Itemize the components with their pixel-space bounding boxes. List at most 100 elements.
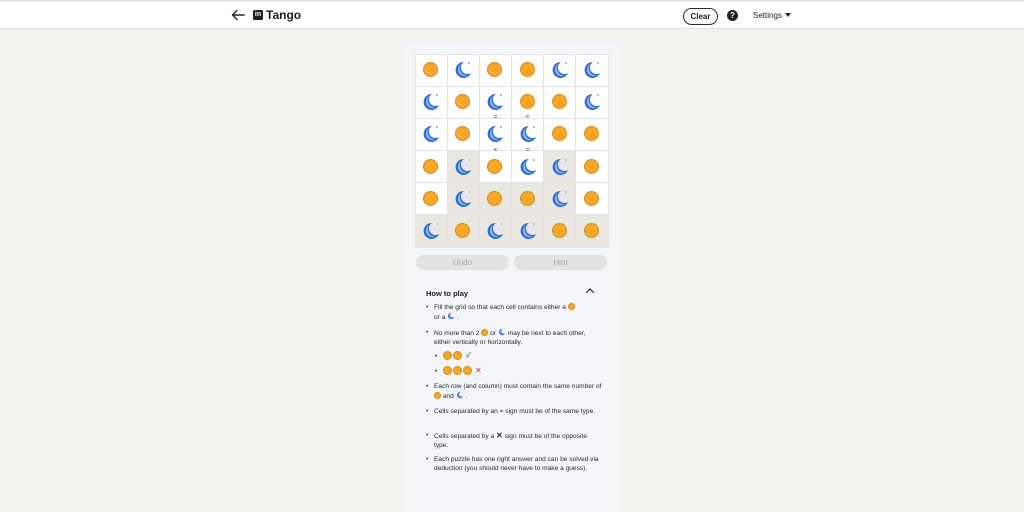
grid-line	[575, 54, 577, 247]
bullet: •	[426, 456, 429, 463]
moon-icon	[423, 222, 439, 239]
sun-icon	[443, 351, 453, 360]
rule-text: Fill the grid so that each cell contains…	[434, 304, 566, 311]
help-icon[interactable]: ?	[727, 10, 738, 21]
sun-icon	[583, 158, 599, 174]
board-cell[interactable]	[415, 150, 448, 183]
settings-dropdown[interactable]: Settings	[753, 11, 791, 20]
board-cell[interactable]	[575, 118, 608, 151]
bullet: •	[426, 383, 429, 390]
top-bar: in Tango Clear ? Settings	[0, 0, 1024, 29]
rule-text: .	[465, 393, 468, 401]
moon-icon	[487, 126, 504, 143]
how-to-play-section: How to play • Fill the grid so that each…	[416, 283, 608, 493]
board-cell[interactable]	[543, 214, 576, 247]
undo-button[interactable]: Undo	[416, 255, 509, 270]
rule-text: or	[490, 330, 497, 337]
sun-icon	[519, 94, 535, 110]
sun-icon	[567, 303, 575, 310]
moon-icon	[423, 94, 439, 111]
moon-icon	[456, 391, 463, 399]
board-cell[interactable]	[447, 54, 480, 87]
rule-text: or a	[434, 314, 446, 322]
sun-icon	[583, 190, 599, 206]
cross-icon: ✕	[495, 431, 503, 440]
rule-text: and	[442, 393, 454, 401]
sun-icon	[551, 222, 567, 238]
moon-icon	[487, 94, 504, 111]
board-cell[interactable]	[543, 182, 576, 215]
rule-text: Cells separated by a	[434, 433, 495, 440]
rule-text: No more than 2	[434, 330, 480, 337]
settings-label: Settings	[753, 11, 782, 20]
board-cell[interactable]	[479, 214, 512, 247]
board-cell[interactable]	[575, 54, 608, 87]
moon-icon	[552, 158, 568, 175]
rule-text: .	[457, 314, 459, 322]
sun-icon	[583, 222, 599, 238]
board-cell[interactable]	[415, 214, 448, 247]
moon-icon	[584, 94, 600, 111]
sun-icon	[453, 351, 463, 360]
moon-icon	[520, 126, 536, 143]
sun-icon	[455, 222, 471, 238]
grid-line	[543, 54, 545, 247]
moon-icon	[455, 190, 472, 207]
cross-icon: ✕	[475, 366, 482, 375]
back-arrow-icon[interactable]	[230, 7, 246, 23]
sun-icon	[423, 190, 438, 206]
grid-line	[415, 214, 608, 216]
board-cell[interactable]	[511, 182, 544, 215]
board-cell[interactable]	[447, 214, 480, 247]
sun-icon	[455, 94, 471, 110]
sun-icon	[463, 366, 473, 375]
board-cell[interactable]	[543, 86, 576, 119]
sun-icon	[423, 62, 438, 77]
board-cell[interactable]	[447, 182, 480, 215]
sun-icon	[487, 190, 503, 206]
board-cell[interactable]	[575, 150, 608, 183]
board-cell[interactable]	[447, 150, 480, 183]
how-to-play-title: How to play	[426, 289, 469, 298]
moon-icon	[552, 61, 568, 78]
sun-icon	[519, 62, 535, 77]
sun-icon	[423, 158, 438, 174]
board-cell[interactable]	[511, 214, 544, 247]
check-icon: ✓	[465, 350, 473, 360]
board-cell[interactable]	[543, 54, 576, 87]
board-cell[interactable]	[415, 54, 448, 87]
board-cell[interactable]	[511, 150, 544, 183]
board-cell[interactable]	[415, 182, 448, 215]
grid-line	[607, 54, 609, 247]
board-cell[interactable]	[575, 214, 608, 247]
sun-icon	[434, 392, 441, 400]
board-cell[interactable]	[415, 118, 448, 151]
board-cell[interactable]	[479, 182, 512, 215]
moon-icon	[552, 190, 568, 207]
board-cell[interactable]	[479, 150, 512, 183]
clear-button[interactable]: Clear	[683, 8, 718, 25]
board-cell[interactable]	[447, 86, 480, 119]
grid-line	[415, 182, 608, 184]
board-cell[interactable]	[575, 86, 608, 119]
board-cell[interactable]	[511, 54, 544, 87]
board-cell[interactable]	[447, 118, 480, 151]
rule-text: Each puzzle has one right answer and can…	[434, 456, 599, 473]
moon-icon	[520, 158, 536, 175]
board-cell[interactable]	[415, 86, 448, 119]
board-cell[interactable]	[543, 118, 576, 151]
bullet: •	[426, 304, 429, 311]
moon-icon	[423, 126, 439, 143]
cross-sign-icon: ×	[525, 114, 530, 122]
chevron-up-icon[interactable]	[585, 286, 595, 296]
bullet: •	[435, 368, 438, 375]
rule-text: Cells separated by an = sign must be of …	[434, 408, 596, 415]
equal-sign-icon: =	[493, 114, 498, 122]
hint-button[interactable]: Hint	[514, 255, 607, 270]
board-cell[interactable]	[543, 150, 576, 183]
example-invalid: • ✕	[435, 366, 482, 376]
board-cell[interactable]	[479, 54, 512, 87]
sun-icon	[583, 126, 599, 142]
board-cell[interactable]	[575, 182, 608, 215]
sun-icon	[453, 366, 463, 375]
